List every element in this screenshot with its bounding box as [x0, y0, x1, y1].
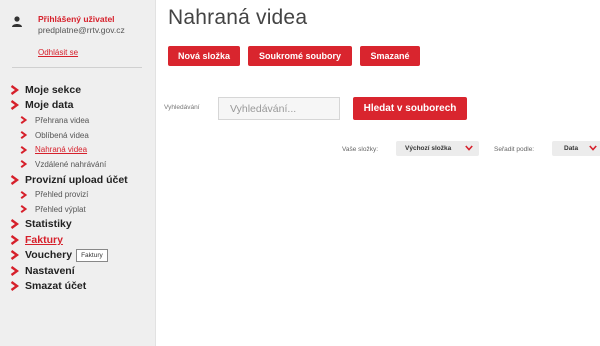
sidebar-item-statistiky[interactable]: Statistiky	[0, 217, 156, 233]
sidebar-item-vouchery[interactable]: Vouchery Faktury	[0, 248, 156, 264]
sidebar-item-label: Nastavení	[25, 264, 75, 277]
chevron-right-icon	[10, 281, 19, 292]
chevron-right-icon	[10, 100, 19, 111]
page-title: Nahraná videa	[168, 6, 308, 29]
chevron-right-icon	[20, 160, 27, 169]
search-label: Vyhledávání	[164, 104, 200, 111]
sidebar-item-label: Nahraná videa	[35, 145, 88, 155]
sidebar-item-faktury[interactable]: Faktury	[0, 232, 156, 248]
sidebar-item-prehled-vyplat[interactable]: Přehled výplat	[0, 202, 156, 217]
user-email: predplatne@rrtv.gov.cz	[38, 25, 125, 35]
folder-select-value: Výchozí složka	[405, 145, 452, 152]
sidebar-item-label: Přehled výplat	[35, 204, 86, 214]
logout-link[interactable]: Odhlásit se	[38, 48, 78, 57]
sidebar-item-smazat-ucet[interactable]: Smazat účet	[0, 279, 156, 295]
sidebar-item-moje-sekce[interactable]: Moje sekce	[0, 82, 156, 98]
sidebar-item-prehled-provizi[interactable]: Přehled provizí	[0, 187, 156, 202]
user-title: Přihlášený uživatel	[38, 14, 115, 24]
chevron-right-icon	[20, 131, 27, 140]
sidebar-item-label: Moje sekce	[25, 83, 82, 96]
chevron-right-icon	[10, 265, 19, 276]
tooltip: Faktury	[76, 248, 108, 262]
sidebar-item-oblibena-videa[interactable]: Oblíbená videa	[0, 128, 156, 143]
chevron-right-icon	[10, 174, 19, 185]
sort-select[interactable]: Data	[552, 141, 600, 156]
chevron-right-icon	[10, 219, 19, 230]
chevron-right-icon	[10, 84, 19, 95]
sidebar-item-label: Statistiky	[25, 218, 72, 231]
folders-label: Vaše složky:	[342, 146, 379, 153]
sidebar-item-label: Moje data	[25, 99, 74, 112]
sidebar-item-label: Přehled provizí	[35, 190, 89, 200]
chevron-right-icon	[20, 145, 27, 154]
sidebar-item-label: Vouchery	[25, 249, 73, 262]
sort-select-value: Data	[564, 145, 579, 152]
new-folder-button[interactable]: Nová složka	[168, 46, 240, 66]
private-files-button[interactable]: Soukromé soubory	[248, 46, 352, 66]
chevron-right-icon	[10, 234, 19, 245]
chevron-right-icon	[20, 190, 27, 199]
search-files-button[interactable]: Hledat v souborech	[353, 97, 467, 120]
sidebar-item-label: Provizní upload účet	[25, 173, 128, 186]
sidebar-nav: Moje sekce Moje data Přehrana videa Oblí…	[0, 82, 156, 294]
sidebar-item-label: Vzdálené nahrávání	[35, 159, 107, 169]
sidebar-item-label: Faktury	[25, 233, 63, 246]
sort-label: Seřadit podle:	[494, 146, 535, 153]
main-content: Nahraná videa Nová složka Soukromé soubo…	[156, 0, 600, 346]
sidebar-item-prehrana-videa[interactable]: Přehrana videa	[0, 113, 156, 128]
chevron-right-icon	[20, 205, 27, 214]
user-icon	[12, 16, 22, 27]
sidebar: Přihlášený uživatel predplatne@rrtv.gov.…	[0, 0, 156, 346]
sidebar-item-provizni-upload-ucet[interactable]: Provizní upload účet	[0, 172, 156, 188]
divider	[12, 67, 142, 68]
sidebar-item-label: Přehrana videa	[35, 115, 90, 125]
chevron-right-icon	[10, 250, 19, 261]
sidebar-item-nastaveni[interactable]: Nastavení	[0, 263, 156, 279]
chevron-right-icon	[20, 116, 27, 125]
folder-select[interactable]: Výchozí složka	[396, 141, 479, 156]
sidebar-item-label: Oblíbená videa	[35, 130, 89, 140]
search-input[interactable]	[218, 97, 340, 120]
sidebar-item-vzdalene-nahravani[interactable]: Vzdálené nahrávání	[0, 157, 156, 172]
sidebar-item-nahrana-videa[interactable]: Nahraná videa	[0, 142, 156, 157]
sidebar-item-label: Smazat účet	[25, 280, 87, 293]
chevron-down-icon	[465, 145, 473, 151]
deleted-button[interactable]: Smazané	[360, 46, 420, 66]
sidebar-item-moje-data[interactable]: Moje data	[0, 98, 156, 114]
chevron-down-icon	[589, 145, 597, 151]
